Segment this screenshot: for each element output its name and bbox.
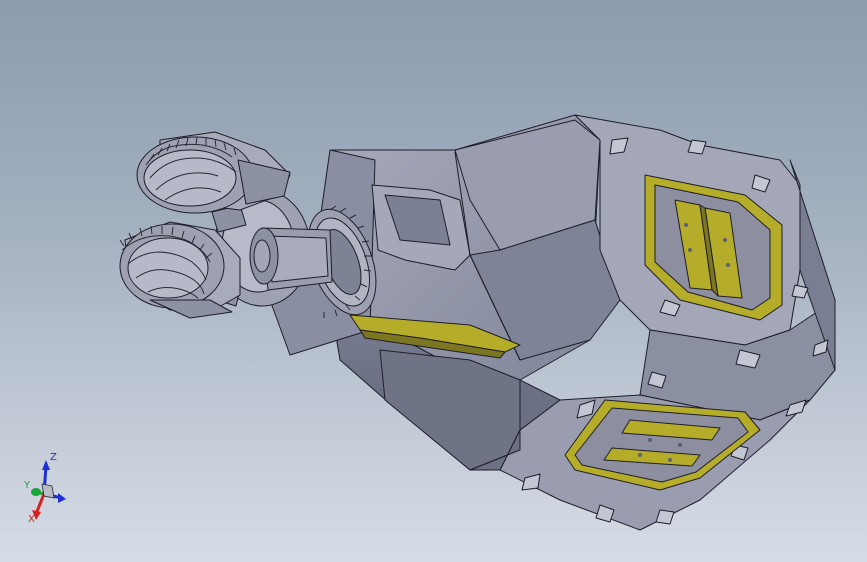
triad-cube-icon bbox=[41, 483, 55, 499]
coordinate-triad: Z Y X bbox=[23, 452, 66, 525]
x-axis-label: X bbox=[28, 514, 35, 525]
z-arrow-icon bbox=[42, 460, 50, 470]
y-arrow-icon bbox=[31, 488, 41, 496]
3d-viewport[interactable]: Z Y X bbox=[0, 0, 867, 562]
x-axis bbox=[34, 493, 46, 515]
z-base-arrow-icon bbox=[58, 493, 66, 503]
z-axis-label: Z bbox=[50, 452, 57, 463]
cad-model[interactable] bbox=[0, 0, 867, 562]
y-axis-label: Y bbox=[23, 480, 31, 491]
